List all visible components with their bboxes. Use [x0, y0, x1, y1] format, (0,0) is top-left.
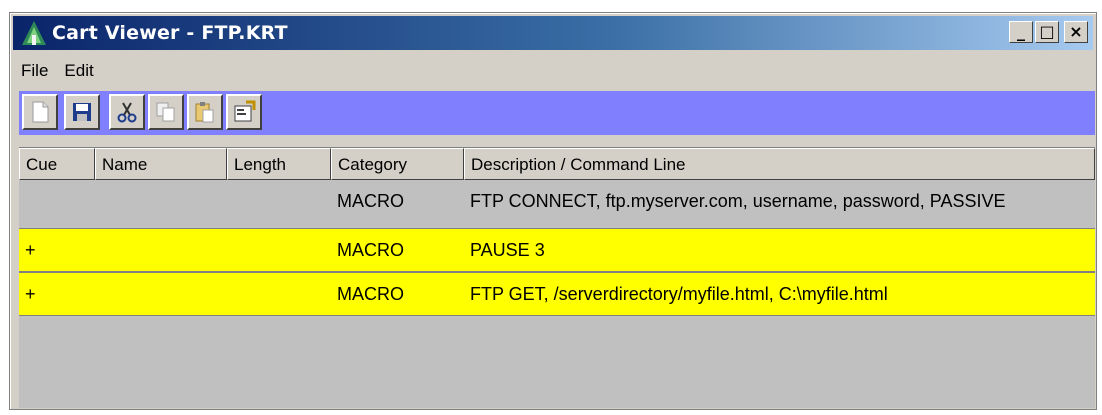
copy-button[interactable] [148, 94, 184, 130]
description-cell: FTP GET, /serverdirectory/myfile.html, C… [470, 284, 888, 304]
column-header-length[interactable]: Length [227, 148, 331, 180]
cut-button[interactable] [109, 94, 145, 130]
close-button[interactable]: × [1064, 21, 1088, 43]
paste-button[interactable] [187, 94, 223, 130]
window-title: Cart Viewer - FTP.KRT [52, 22, 288, 44]
description-cell: PAUSE 3 [470, 240, 545, 260]
minimize-button[interactable]: _ [1009, 21, 1033, 43]
caption-buttons: _ □ × [1009, 21, 1088, 43]
toolbar [19, 91, 1095, 135]
category-cell: MACRO [337, 191, 404, 211]
maximize-button[interactable]: □ [1035, 21, 1059, 43]
description-cell: FTP CONNECT, ftp.myserver.com, username,… [470, 191, 1006, 211]
properties-button[interactable] [226, 94, 262, 130]
new-button[interactable] [22, 94, 58, 130]
table-row[interactable]: + MACRO FTP GET, /serverdirectory/myfile… [19, 272, 1095, 316]
cue-cell: + [25, 284, 36, 304]
copy-icon [156, 102, 175, 122]
new-document-icon [32, 101, 49, 123]
category-cell: MACRO [337, 284, 404, 304]
menu-edit[interactable]: Edit [56, 61, 101, 81]
paste-icon [195, 102, 214, 123]
properties-icon [234, 100, 256, 122]
cut-icon [117, 102, 137, 123]
antenna-icon [22, 21, 46, 45]
cart-list: Cue Name Length Category Description / C… [19, 147, 1095, 408]
save-button[interactable] [64, 94, 100, 130]
menu-bar: File Edit [13, 53, 1093, 89]
column-header-cue[interactable]: Cue [19, 148, 95, 180]
column-header-category[interactable]: Category [331, 148, 464, 180]
table-row[interactable]: MACRO FTP CONNECT, ftp.myserver.com, use… [19, 180, 1095, 224]
table-row[interactable]: + MACRO PAUSE 3 [19, 228, 1095, 272]
column-header-name[interactable]: Name [95, 148, 227, 180]
category-cell: MACRO [337, 240, 404, 260]
menu-file[interactable]: File [13, 61, 56, 81]
cue-cell: + [25, 240, 36, 260]
list-header: Cue Name Length Category Description / C… [19, 148, 1095, 180]
column-header-description[interactable]: Description / Command Line [464, 148, 1095, 180]
title-bar[interactable]: Cart Viewer - FTP.KRT _ □ × [13, 16, 1093, 50]
save-icon [73, 103, 91, 121]
cart-viewer-window: Cart Viewer - FTP.KRT _ □ × File Edit Cu… [9, 12, 1097, 410]
